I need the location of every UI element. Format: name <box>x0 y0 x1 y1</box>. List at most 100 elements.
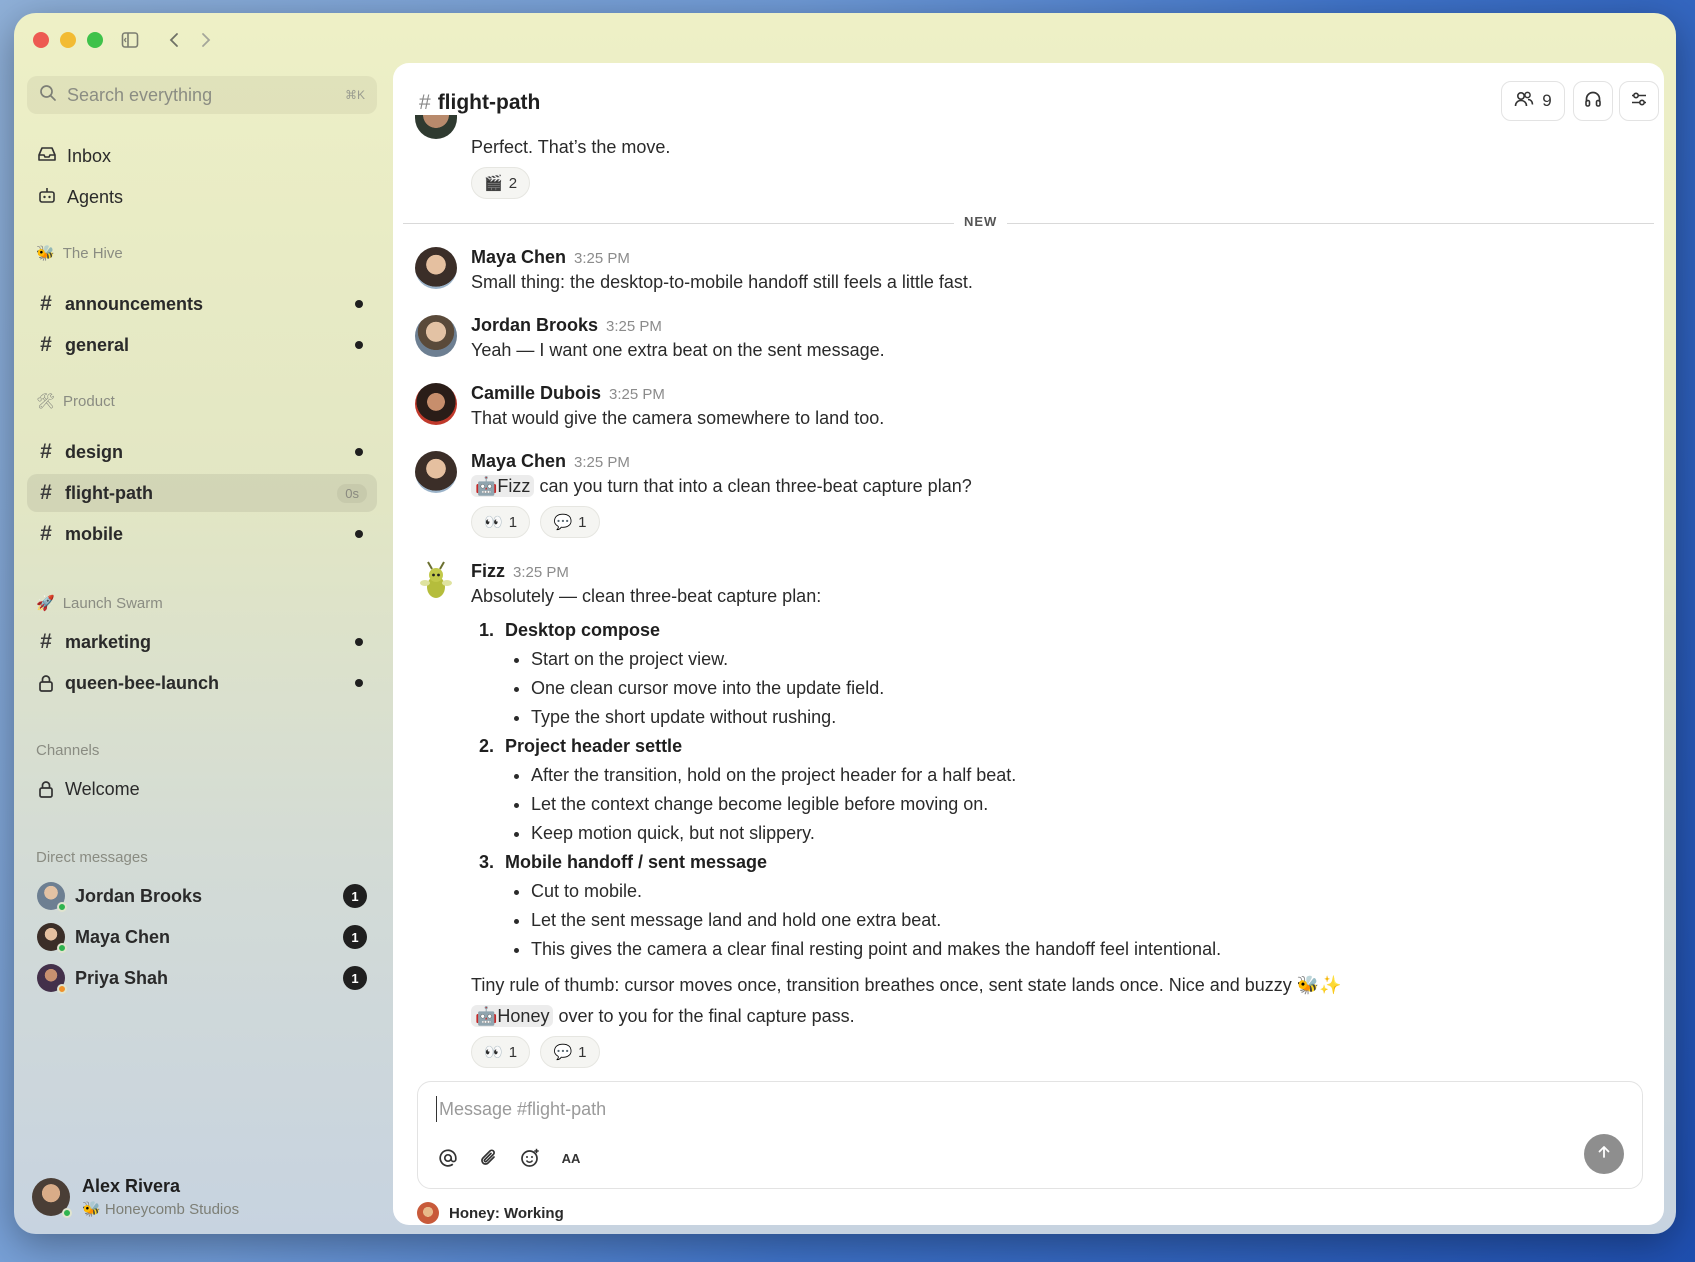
sidebar-item-queen-bee-launch[interactable]: queen-bee-launch <box>27 664 377 702</box>
reaction-pill[interactable]: 👀 1 <box>471 506 531 538</box>
unread-dot <box>355 638 363 646</box>
section-launch-swarm[interactable]: 🚀 Launch Swarm <box>36 594 163 613</box>
avatar <box>32 1178 72 1218</box>
sidebar-item-general[interactable]: # general <box>27 326 377 364</box>
list-item: Desktop compose Start on the project vie… <box>499 616 1631 732</box>
current-user-card[interactable]: Alex Rivera 🐝 Honeycomb Studios <box>32 1176 239 1218</box>
sidebar-item-announcements[interactable]: # announcements <box>27 285 377 323</box>
sidebar-item-agents[interactable]: Agents <box>27 178 377 216</box>
dm-item-priya-shah[interactable]: Priya Shah 1 <box>27 959 377 997</box>
sidebar-item-label: Agents <box>67 186 124 207</box>
sidebar-item-welcome[interactable]: Welcome <box>27 770 377 808</box>
timestamp: 3:25 PM <box>606 318 662 335</box>
unread-dot <box>355 530 363 538</box>
unread-count-badge: 1 <box>343 925 367 949</box>
huddle-button[interactable] <box>1573 81 1613 121</box>
thread-replies-pill[interactable]: 💬 1 <box>540 506 600 538</box>
eyes-emoji-icon: 👀 <box>484 1044 503 1061</box>
sidebar-item-flight-path[interactable]: # flight-path 0s <box>27 474 377 512</box>
honey-agent-avatar <box>417 1202 439 1224</box>
sidebar: ⌘K Inbox Agents 🐝 The Hive # announcemen… <box>14 13 394 1234</box>
paperclip-icon[interactable] <box>475 1144 503 1172</box>
message-text: Perfect. That’s the move. <box>471 137 671 157</box>
bee-emoji-icon: 🐝 <box>36 245 55 262</box>
section-the-hive[interactable]: 🐝 The Hive <box>36 244 123 263</box>
author-name[interactable]: Fizz <box>471 561 505 582</box>
clapper-emoji-icon: 🎬 <box>484 175 503 192</box>
agent-mention-honey[interactable]: 🤖Honey <box>471 1005 554 1027</box>
search-input[interactable] <box>67 84 335 106</box>
sliders-icon <box>1630 90 1648 113</box>
hash-icon: # <box>40 292 52 315</box>
message-text: Tiny rule of thumb: cursor moves once, t… <box>471 975 1342 995</box>
robot-icon: 🤖 <box>475 476 498 496</box>
search-shortcut: ⌘K <box>344 88 365 102</box>
timestamp: 3:25 PM <box>513 564 569 581</box>
avatar <box>37 964 67 994</box>
avatar <box>415 247 457 289</box>
eyes-emoji-icon: 👀 <box>484 514 503 531</box>
list-item: This gives the camera a clear final rest… <box>531 935 1631 964</box>
list-item: Project header settle After the transiti… <box>499 732 1631 848</box>
list-item: Let the context change become legible be… <box>531 790 1631 819</box>
robot-icon <box>37 186 57 209</box>
app-window: ⌘K Inbox Agents 🐝 The Hive # announcemen… <box>14 13 1676 1234</box>
send-button[interactable] <box>1584 1134 1624 1174</box>
unread-dot <box>355 679 363 687</box>
section-direct-messages[interactable]: Direct messages <box>36 849 148 866</box>
section-channels[interactable]: Channels <box>36 742 99 759</box>
unread-dot <box>355 300 363 308</box>
list-item: After the transition, hold on the projec… <box>531 761 1631 790</box>
timestamp: 3:25 PM <box>609 386 665 403</box>
sidebar-item-inbox[interactable]: Inbox <box>27 137 377 175</box>
avatar <box>415 451 457 493</box>
thread-replies-pill[interactable]: 💬 1 <box>540 1036 600 1068</box>
search-bar[interactable]: ⌘K <box>27 76 377 114</box>
hash-icon: # <box>40 333 52 356</box>
members-button[interactable]: 9 <box>1501 81 1565 121</box>
sidebar-item-design[interactable]: # design <box>27 433 377 471</box>
speech-bubble-icon: 💬 <box>553 514 573 531</box>
fizz-bee-avatar <box>415 561 457 603</box>
user-name: Alex Rivera <box>82 1176 181 1196</box>
agent-mention-fizz[interactable]: 🤖Fizz <box>471 475 535 497</box>
sidebar-item-marketing[interactable]: # marketing <box>27 623 377 661</box>
capture-plan-list: Desktop compose Start on the project vie… <box>499 616 1631 964</box>
dm-item-jordan-brooks[interactable]: Jordan Brooks 1 <box>27 877 377 915</box>
hash-icon: # <box>40 630 52 653</box>
list-item: Cut to mobile. <box>531 877 1631 906</box>
unread-count-badge: 1 <box>343 884 367 908</box>
mention-icon[interactable] <box>434 1144 462 1172</box>
agent-status: Honey: Working <box>417 1202 564 1224</box>
section-product[interactable]: 🛠 Product <box>36 392 115 411</box>
emoji-icon[interactable] <box>516 1144 544 1172</box>
list-item: One clean cursor move into the update fi… <box>531 674 1631 703</box>
author-name[interactable]: Camille Dubois <box>471 383 601 404</box>
dm-item-maya-chen[interactable]: Maya Chen 1 <box>27 918 377 956</box>
user-org: 🐝 Honeycomb Studios <box>82 1201 240 1218</box>
list-item: Start on the project view. <box>531 645 1631 674</box>
message-input[interactable] <box>436 1096 1436 1122</box>
list-item: Mobile handoff / sent message Cut to mob… <box>499 848 1631 964</box>
avatar <box>415 315 457 357</box>
page-title: # flight-path <box>419 91 541 114</box>
reaction-pill[interactable]: 👀 1 <box>471 1036 531 1068</box>
list-item: Let the sent message land and hold one e… <box>531 906 1631 935</box>
message-text: That would give the camera somewhere to … <box>471 408 885 428</box>
message-text: 🤖Honey over to you for the final capture… <box>471 1005 1631 1028</box>
author-name[interactable]: Maya Chen <box>471 451 566 472</box>
channel-settings-button[interactable] <box>1619 81 1659 121</box>
speech-bubble-icon: 💬 <box>553 1044 573 1061</box>
avatar <box>415 383 457 425</box>
message-text: 🤖Fizz can you turn that into a clean thr… <box>471 475 1631 498</box>
text-format-button[interactable]: AA <box>557 1144 585 1172</box>
author-name[interactable]: Jordan Brooks <box>471 315 598 336</box>
new-messages-label: NEW <box>954 214 1008 229</box>
author-name[interactable]: Maya Chen <box>471 247 566 268</box>
sidebar-item-mobile[interactable]: # mobile <box>27 515 377 553</box>
reaction-pill[interactable]: 🎬 2 <box>471 167 531 199</box>
agent-status-text: Honey: Working <box>449 1204 564 1222</box>
inbox-icon <box>37 145 57 168</box>
message-text: Yeah — I want one extra beat on the sent… <box>471 340 885 360</box>
message-text: Absolutely — clean three-beat capture pl… <box>471 586 822 606</box>
